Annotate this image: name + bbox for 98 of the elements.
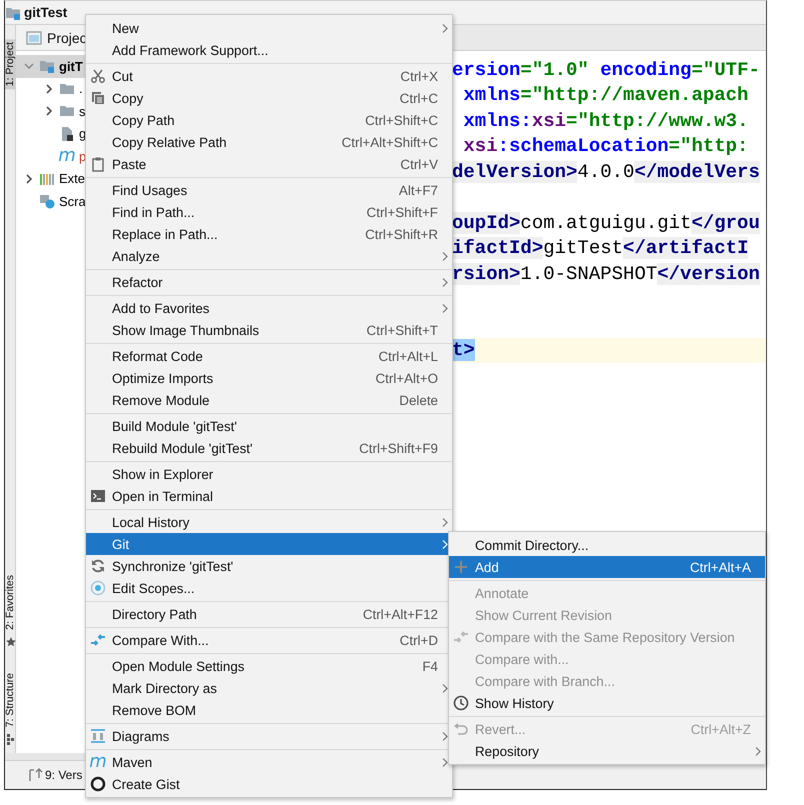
shortcut-text: Ctrl+Shift+F9 [358, 440, 438, 456]
menu-item[interactable]: Copy Ctrl+C [86, 87, 452, 109]
menu-item[interactable]: Show Image Thumbnails Ctrl+Shift+T [86, 319, 452, 341]
tool-window-tab[interactable]: 9: Vers [45, 768, 82, 782]
menu-item[interactable]: Build Module 'gitTest' [86, 415, 452, 437]
shortcut-text: Ctrl+V [399, 156, 438, 172]
shortcut-text: Ctrl+Shift+T [366, 322, 438, 338]
chevron-right-icon[interactable] [24, 174, 34, 184]
menu-item[interactable]: Edit Scopes... [86, 577, 452, 599]
shortcut-text: Ctrl+C [398, 90, 438, 106]
menu-item[interactable]: Reformat Code Ctrl+Alt+L [86, 345, 452, 367]
code-line: xmlns="http://maven.apach [462, 84, 748, 106]
terminal-icon [90, 488, 106, 504]
menu-item[interactable]: Paste Ctrl+V [86, 153, 452, 175]
shortcut-text: Ctrl+Alt+Shift+C [340, 134, 438, 150]
menu-item[interactable]: Directory Path Ctrl+Alt+F12 [86, 603, 452, 625]
menu-item[interactable]: Find Usages Alt+F7 [86, 179, 452, 201]
menu-item[interactable]: Open Module Settings F4 [86, 655, 452, 677]
menu-item[interactable]: Show History [449, 692, 765, 714]
scissors-icon [90, 68, 106, 84]
shortcut-text: Ctrl+Shift+R [364, 226, 438, 242]
compare-arrows-icon [90, 632, 106, 648]
menu-item[interactable]: Replace in Path... Ctrl+Shift+R [86, 223, 452, 245]
shortcut-text: Ctrl+Alt+O [374, 370, 438, 386]
menu-item[interactable]: Copy Relative Path Ctrl+Alt+Shift+C [86, 131, 452, 153]
sync-icon [90, 558, 106, 574]
tree-item[interactable]: s [16, 100, 88, 122]
panel-tab[interactable]: Projec [47, 30, 87, 46]
scratch-icon [39, 193, 55, 210]
tree-item[interactable]: Exte [16, 168, 88, 190]
shortcut-text: Ctrl+Shift+C [364, 112, 438, 128]
menu-item[interactable]: Add Ctrl+Alt+A [449, 556, 765, 578]
shortcut-text: Ctrl+Alt+Z [690, 722, 751, 736]
menu-item[interactable]: Copy Path Ctrl+Shift+C [86, 109, 452, 131]
shortcut-text: Ctrl+Alt+L [377, 348, 438, 364]
menu-item[interactable]: Synchronize 'gitTest' [86, 555, 452, 577]
menu-item[interactable]: Cut Ctrl+X [86, 65, 452, 87]
clipboard-icon [90, 156, 106, 172]
structure-icon [4, 733, 16, 745]
menu-item[interactable]: Create Gist [86, 773, 452, 795]
menu-item[interactable]: Add to Favorites [86, 297, 452, 319]
tree-item[interactable]: Scra [16, 190, 88, 212]
menu-item[interactable]: Analyze [86, 245, 452, 267]
code-line: ersion="1.0" encoding="UTF- [452, 58, 760, 81]
code-line: oupId>com.atguigu.git</grou [452, 212, 760, 234]
tool-window-tab[interactable]: 1: Project [4, 39, 16, 90]
tool-window-tab[interactable]: 7: Structure [4, 670, 16, 730]
code-line: xsi:schemaLocation="http: [462, 135, 748, 158]
shortcut-text: F4 [421, 658, 438, 674]
file-icon [59, 126, 75, 142]
menu-item[interactable]: Diagrams [86, 725, 452, 747]
menu-item[interactable]: Local History [86, 511, 452, 533]
menu-item[interactable]: Refactor [86, 271, 452, 293]
shortcut-text: Ctrl+D [398, 632, 438, 648]
menu-item[interactable]: New [86, 17, 452, 39]
menu-item[interactable]: Open in Terminal [86, 485, 452, 507]
tool-window-tab[interactable]: 2: Favorites [4, 572, 16, 633]
letter-m-icon: m [58, 148, 76, 164]
module-folder-icon [39, 58, 55, 74]
window-title: gitTest [24, 5, 68, 20]
target-icon [90, 580, 106, 596]
menu-item[interactable]: Mark Directory as [86, 677, 452, 699]
menu-item[interactable]: Remove Module Delete [86, 389, 452, 411]
diagram-icon [90, 728, 106, 744]
menu-item[interactable]: Commit Directory... [449, 534, 765, 556]
copy-icon [90, 90, 106, 106]
menu-item[interactable]: Optimize Imports Ctrl+Alt+O [86, 367, 452, 389]
menu-item[interactable]: m Maven [86, 751, 452, 773]
shortcut-text: Delete [398, 392, 438, 408]
undo-icon [453, 721, 469, 737]
shortcut-text: Ctrl+Alt+A [688, 560, 751, 574]
window-icon [26, 30, 42, 46]
menu-item[interactable]: Rebuild Module 'gitTest' Ctrl+Shift+F9 [86, 437, 452, 459]
shortcut-text: Ctrl+X [399, 68, 438, 84]
shortcut-text: Alt+F7 [398, 182, 438, 198]
compare-arrows-icon [453, 629, 469, 645]
clock-icon [453, 695, 469, 711]
menu-item[interactable]: Repository [449, 740, 765, 762]
menu-item[interactable]: Remove BOM [86, 699, 452, 721]
chevron-right-icon[interactable] [44, 106, 54, 116]
letter-m-icon: m [89, 754, 107, 770]
code-line: xmlns:xsi="http://www.w3. [462, 110, 748, 132]
chevron-right-icon[interactable] [44, 84, 54, 94]
tree-item[interactable]: . [16, 78, 85, 100]
code-line: ifactId>gitTest</artifactI [452, 237, 748, 260]
menu-item[interactable]: Compare With... Ctrl+D [86, 629, 452, 651]
circle-icon [90, 776, 106, 792]
star-icon [4, 636, 16, 648]
menu-item[interactable]: Add Framework Support... [86, 39, 452, 61]
code-line: delVersion>4.0.0</modelVers [452, 160, 760, 183]
tree-item[interactable]: gitT [16, 55, 85, 78]
code-line: rsion>1.0-SNAPSHOT</version [452, 262, 760, 285]
menu-item[interactable]: Show in Explorer [86, 463, 452, 485]
shortcut-text: Ctrl+Alt+F12 [362, 606, 438, 622]
plus-icon [453, 559, 469, 575]
branch-arrow-icon [27, 767, 43, 783]
menu-item[interactable]: Find in Path... Ctrl+Shift+F [86, 201, 452, 223]
shortcut-text: Ctrl+Shift+F [366, 204, 438, 220]
